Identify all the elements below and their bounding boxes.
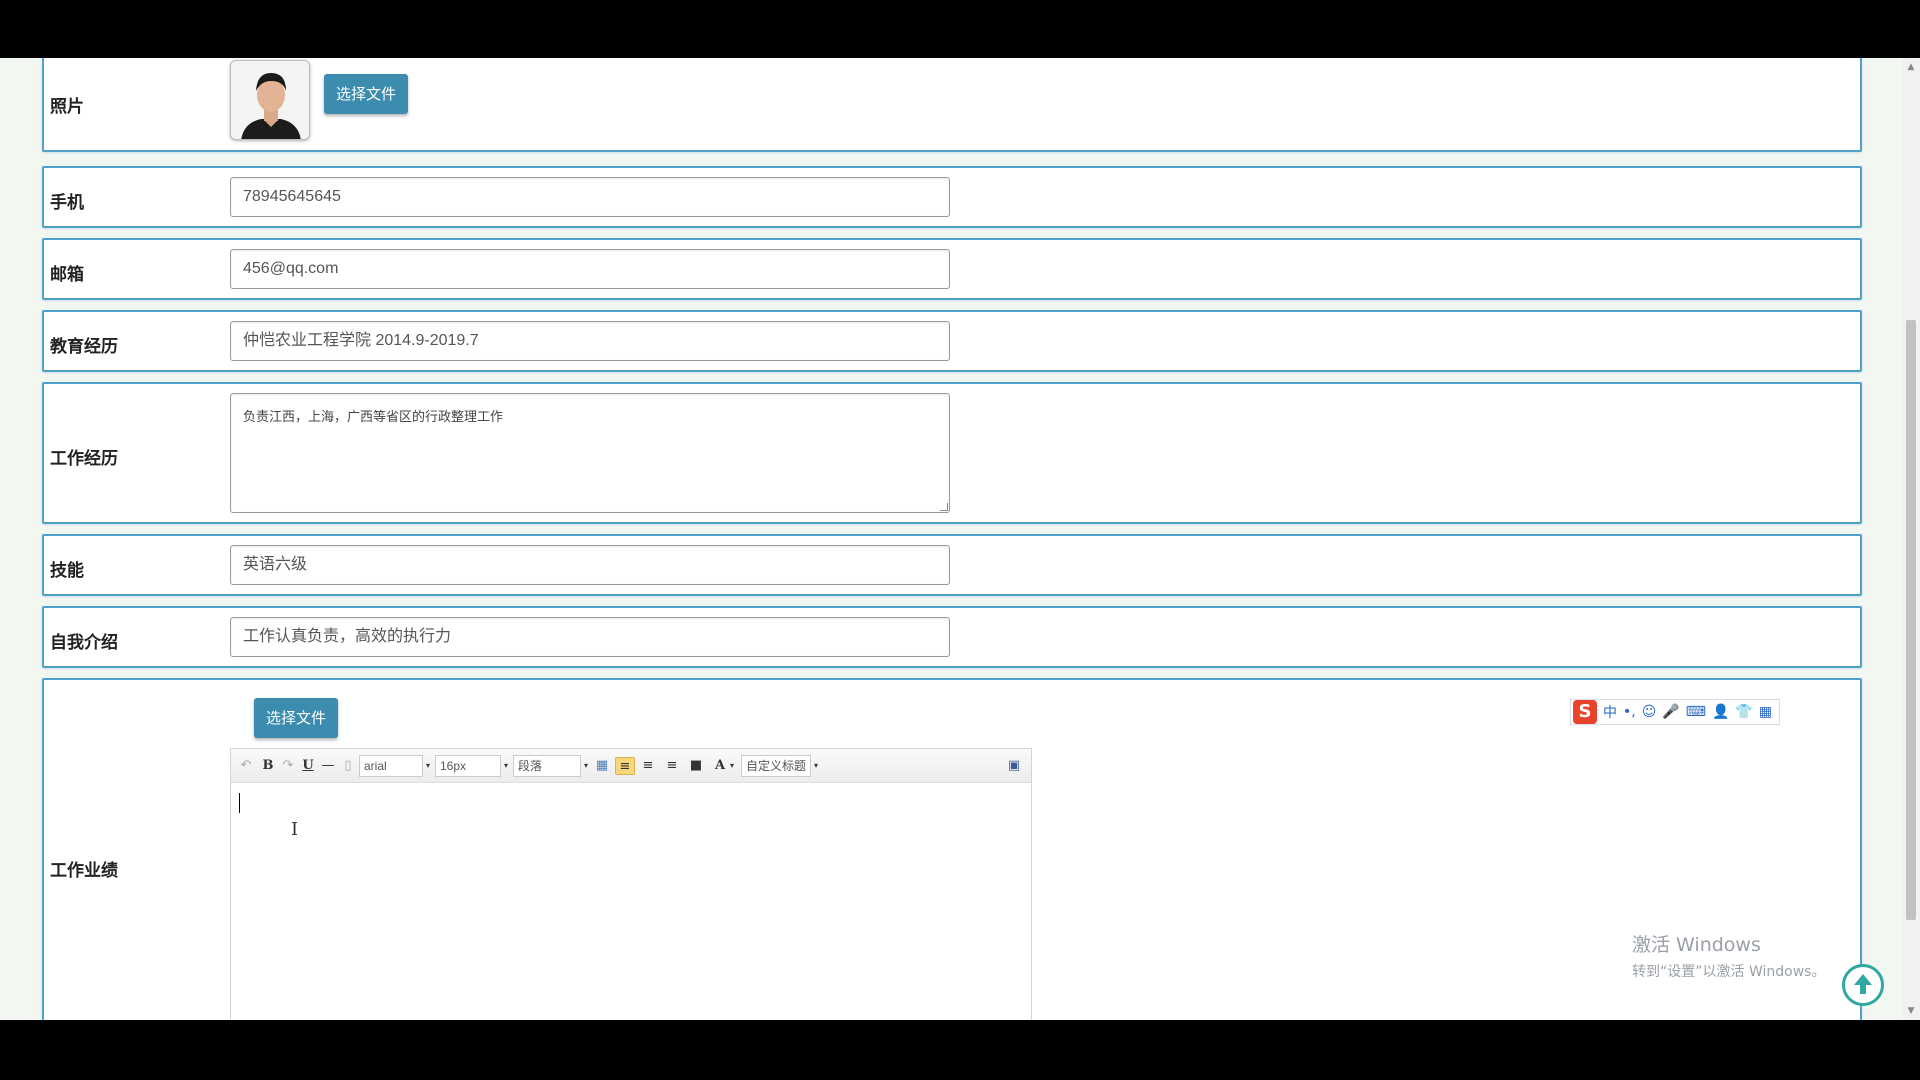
profile-photo	[230, 60, 310, 140]
skin-icon[interactable]: 👕	[1735, 704, 1752, 720]
email-row: 邮箱 456@qq.com	[42, 238, 1862, 300]
scrollbar-thumb[interactable]	[1906, 320, 1916, 920]
align-right-icon[interactable]: ≡	[639, 757, 657, 775]
phone-label: 手机	[50, 193, 84, 213]
ibeam-cursor-icon: I	[291, 819, 299, 840]
keyboard-icon[interactable]: ⌨	[1686, 704, 1706, 720]
work-experience-text: 负责江西，上海，广西等省区的行政整理工作	[243, 410, 504, 425]
undo-icon[interactable]: ↶	[237, 757, 255, 775]
vertical-scrollbar[interactable]: ▲ ▼	[1902, 58, 1920, 1020]
bold-button[interactable]: B	[259, 757, 277, 775]
phone-input[interactable]: 78945645645	[230, 177, 950, 217]
ime-toolbar[interactable]: S 中 •, ☺ 🎤 ⌨ 👤 👕 ▦	[1570, 699, 1780, 725]
page-viewport: 照片 选择文件 手机 78945645645 邮箱 456@qq.com 教育经…	[0, 58, 1920, 1020]
text-cursor	[239, 793, 240, 813]
photo-choose-file-button[interactable]: 选择文件	[324, 74, 409, 114]
emoji-icon[interactable]: ☺	[1642, 704, 1657, 720]
skills-label: 技能	[50, 561, 84, 581]
skills-input[interactable]: 英语六级	[230, 545, 950, 585]
grid-icon[interactable]: ▦	[1759, 704, 1772, 720]
windows-activation-watermark: 激活 Windows 转到“设置”以激活 Windows。	[1632, 930, 1825, 981]
horizontal-rule-icon[interactable]: —	[319, 757, 337, 775]
chevron-down-icon: ▾	[503, 761, 508, 770]
achievements-label: 工作业绩	[50, 861, 118, 881]
work-experience-label: 工作经历	[50, 449, 118, 469]
user-icon[interactable]: 👤	[1712, 704, 1729, 720]
education-label: 教育经历	[50, 337, 118, 357]
resize-grip-icon[interactable]	[940, 503, 948, 511]
phone-row: 手机 78945645645	[42, 166, 1862, 228]
font-family-value: arial	[364, 759, 387, 773]
sogou-logo-icon[interactable]: S	[1573, 700, 1597, 724]
microphone-icon[interactable]: 🎤	[1662, 704, 1679, 720]
achievements-choose-file-button[interactable]: 选择文件	[254, 698, 339, 738]
back-to-top-button[interactable]	[1842, 964, 1884, 1006]
ime-mode-toggle[interactable]: 中	[1603, 702, 1617, 722]
email-input[interactable]: 456@qq.com	[230, 249, 950, 289]
paragraph-select[interactable]: 段落 ▾	[513, 755, 588, 777]
scroll-up-icon[interactable]: ▲	[1906, 62, 1916, 72]
editor-toolbar: ↶ B ↷ U — ▯ arial ▾ 16px ▾ 段落 ▾ ▦ ≡ ≡ ≡ …	[231, 749, 1031, 783]
education-row: 教育经历 仲恺农业工程学院 2014.9-2019.7	[42, 310, 1862, 372]
watermark-subtitle: 转到“设置”以激活 Windows。	[1632, 964, 1826, 980]
align-left-icon[interactable]: ≡	[615, 757, 635, 775]
font-family-select[interactable]: arial ▾	[359, 755, 430, 777]
achievements-row: 工作业绩 选择文件 ↶ B ↷ U — ▯ arial ▾ 16px ▾ 段落 …	[42, 678, 1862, 1020]
email-label: 邮箱	[50, 265, 84, 285]
rich-text-editor: ↶ B ↷ U — ▯ arial ▾ 16px ▾ 段落 ▾ ▦ ≡ ≡ ≡ …	[230, 748, 1032, 1020]
chevron-down-icon[interactable]: ▾	[727, 757, 737, 775]
self-intro-label: 自我介绍	[50, 633, 118, 653]
chevron-down-icon: ▾	[425, 761, 430, 770]
chevron-down-icon[interactable]: ▾	[811, 757, 821, 775]
photo-row: 照片 选择文件	[42, 58, 1862, 152]
align-justify-icon[interactable]: ■	[687, 757, 705, 775]
table-icon[interactable]: ▦	[593, 757, 611, 775]
photo-label: 照片	[50, 97, 84, 117]
scroll-down-icon[interactable]: ▼	[1906, 1006, 1916, 1016]
skills-row: 技能 英语六级	[42, 534, 1862, 596]
font-size-select[interactable]: 16px ▾	[435, 755, 508, 777]
work-experience-textarea[interactable]: 负责江西，上海，广西等省区的行政整理工作	[230, 393, 950, 513]
custom-title-select[interactable]: 自定义标题	[741, 755, 811, 777]
document-icon[interactable]: ▯	[339, 757, 357, 775]
self-intro-input[interactable]: 工作认真负责，高效的执行力	[230, 617, 950, 657]
chevron-down-icon: ▾	[583, 761, 588, 770]
punctuation-icon[interactable]: •,	[1623, 704, 1636, 720]
self-intro-row: 自我介绍 工作认真负责，高效的执行力	[42, 606, 1862, 668]
paragraph-value: 段落	[518, 759, 543, 773]
watermark-title: 激活 Windows	[1632, 934, 1761, 956]
education-input[interactable]: 仲恺农业工程学院 2014.9-2019.7	[230, 321, 950, 361]
underline-button[interactable]: U	[299, 757, 317, 775]
custom-title-value: 自定义标题	[746, 759, 807, 773]
align-center-icon[interactable]: ≡	[663, 757, 681, 775]
font-size-value: 16px	[440, 759, 467, 773]
work-experience-row: 工作经历 负责江西，上海，广西等省区的行政整理工作	[42, 382, 1862, 524]
fullscreen-icon[interactable]: ▣	[1005, 757, 1023, 775]
redo-icon[interactable]: ↷	[279, 757, 297, 775]
